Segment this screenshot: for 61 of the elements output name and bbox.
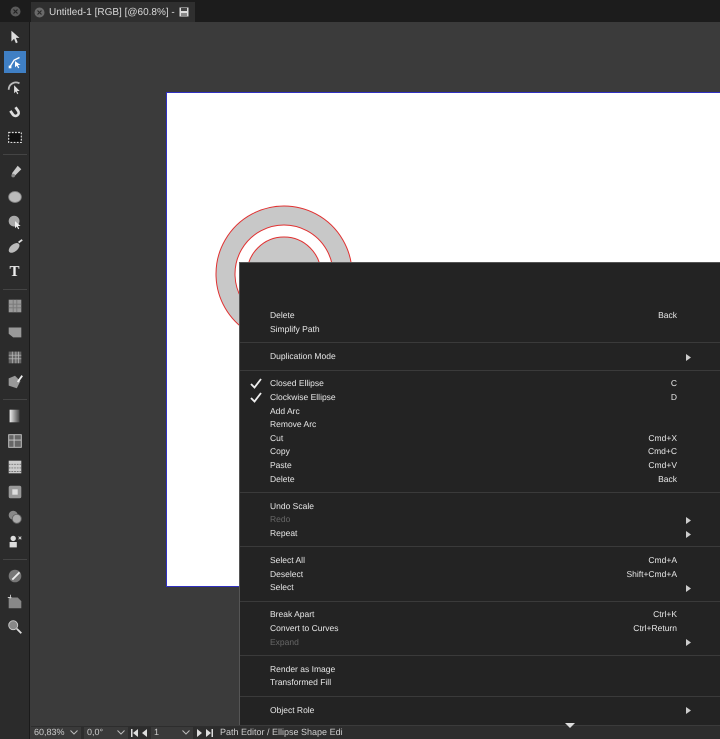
dropdown[interactable]: 0,0° — [84, 726, 128, 738]
previous-page-icon[interactable] — [141, 728, 148, 736]
menu-item[interactable]: Closed Ellipse C — [240, 376, 720, 391]
menu-item[interactable]: Transformed Fill — [240, 676, 720, 690]
shortcut-label: D — [670, 390, 677, 404]
shortcut-label: Ctrl+K — [653, 608, 677, 622]
tool-button[interactable] — [4, 50, 26, 73]
menu-item[interactable]: Render as Image — [240, 662, 720, 676]
chevron-down-icon — [117, 730, 125, 735]
menu-item[interactable]: Select All Cmd+A — [240, 554, 720, 568]
shortcut-label: Cmd+X — [648, 432, 677, 445]
shortcut-label: C — [670, 377, 677, 390]
square-icon — [6, 482, 24, 501]
mode-label: Path Editor / Ellipse Shape Edi — [220, 726, 343, 739]
menu-item[interactable]: Clockwise Ellipse D — [240, 390, 720, 404]
grid-icon — [6, 297, 24, 316]
shortcut-label: Cmd+C — [648, 445, 677, 458]
menu-item[interactable]: Remove Arc — [240, 418, 720, 432]
shortcut-label: Cmd+A — [648, 554, 677, 567]
chevron-down-icon — [70, 730, 78, 735]
menu-item[interactable]: Convert to Curves Ctrl+Return — [240, 622, 720, 636]
menu-item[interactable]: Add Arc — [240, 404, 720, 418]
shortcut-label: Cmd+V — [648, 458, 677, 472]
menu-item[interactable]: Delete Back — [240, 472, 720, 486]
last-page-icon[interactable] — [206, 728, 213, 736]
menu-item[interactable]: Duplication Mode — [240, 350, 720, 364]
menu-item[interactable]: Object Role — [240, 703, 720, 717]
pattern-icon — [6, 458, 24, 476]
shortcut-label: Back — [658, 472, 677, 486]
shortcut-label: Shift+Cmd+A — [626, 568, 677, 580]
artboard-icon — [6, 592, 24, 611]
dropdown[interactable]: 60,83% — [31, 726, 81, 738]
menu-item[interactable]: Undo Scale — [240, 499, 720, 513]
next-page-icon[interactable] — [196, 728, 203, 736]
scroll-down-icon[interactable] — [565, 723, 575, 728]
menu-item[interactable]: Simplify Path — [240, 322, 720, 336]
tool-button[interactable]: T — [4, 261, 26, 284]
chevron-down-icon — [182, 730, 190, 735]
menu-item[interactable]: Copy Cmd+C — [240, 444, 720, 459]
crop-icon — [6, 432, 24, 450]
eyedropper-icon — [6, 567, 24, 586]
save-icon — [178, 7, 189, 17]
menu-item[interactable]: Select — [240, 580, 720, 594]
document-tab[interactable]: Untitled-1 [RGB] [@60.8%] - — [31, 2, 195, 22]
tab-title: Untitled-1 [RGB] [@60.8%] - — [49, 6, 175, 20]
close-icon[interactable] — [10, 6, 21, 16]
menu-item[interactable]: Paste Cmd+V — [240, 458, 720, 472]
menu-item[interactable]: Repeat — [240, 526, 720, 540]
first-page-icon[interactable] — [131, 728, 138, 736]
fill-icon — [6, 373, 24, 392]
zoom-icon — [6, 618, 24, 636]
shortcut-label: Ctrl+Return — [633, 622, 677, 635]
menu-item[interactable]: Deselect Shift+Cmd+A — [240, 567, 720, 581]
shortcut-label: Back — [658, 309, 677, 322]
transparency-icon — [6, 508, 24, 526]
menu-item[interactable]: Cut Cmd+X — [240, 431, 720, 445]
dropdown[interactable]: 1 — [151, 726, 193, 738]
menu-item[interactable]: Break Apart Ctrl+K — [240, 608, 720, 622]
shape-icon — [6, 212, 24, 231]
menu-item[interactable]: Delete Back — [240, 309, 720, 323]
close-icon[interactable] — [34, 6, 45, 18]
